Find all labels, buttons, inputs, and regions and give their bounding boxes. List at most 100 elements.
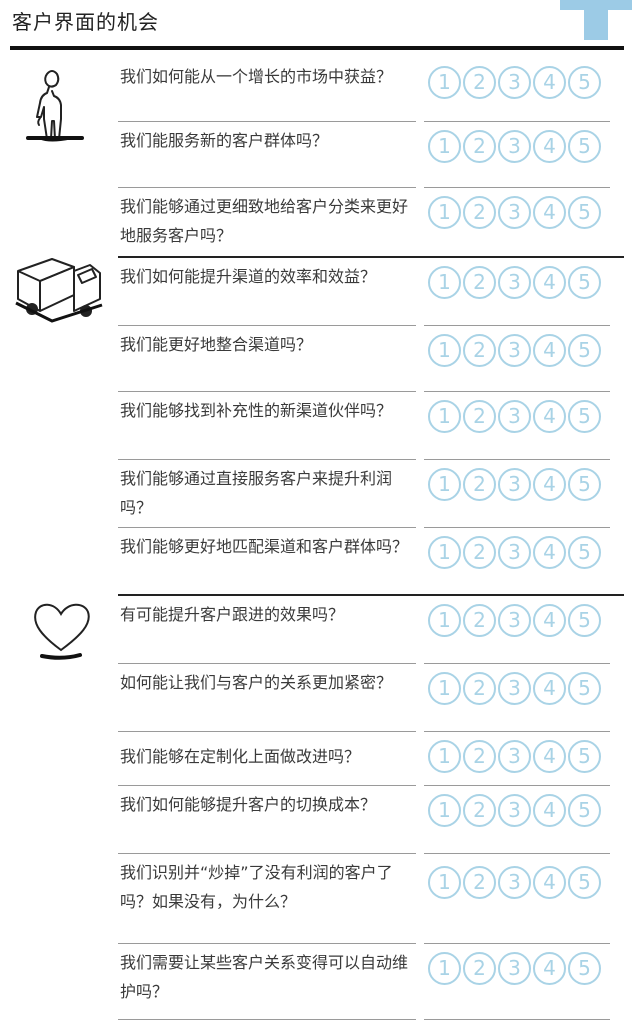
question-text: 我们能够更好地匹配渠道和客户群体吗？	[120, 537, 409, 556]
person-icon	[26, 70, 84, 142]
header-rule	[10, 46, 624, 50]
question-row: 我们如何能够提升客户的切换成本？ 1 2 3 4 5	[118, 786, 624, 854]
question-row: 我们能够找到补充性的新渠道伙伴吗？ 1 2 3 4 5	[118, 392, 624, 460]
rating-option-3[interactable]: 3	[498, 266, 531, 299]
rating-option-2[interactable]: 2	[463, 66, 496, 99]
rating-option-2[interactable]: 2	[463, 400, 496, 433]
rating-option-5[interactable]: 5	[568, 794, 601, 827]
rating-option-1[interactable]: 1	[428, 794, 461, 827]
rating-option-5[interactable]: 5	[568, 740, 601, 773]
question-row: 我们如何能从一个增长的市场中获益？ 1 2 3 4 5	[118, 58, 624, 122]
rating-option-4[interactable]: 4	[533, 468, 566, 501]
rating-option-1[interactable]: 1	[428, 334, 461, 367]
rating-scale: 12345	[428, 266, 601, 299]
rating-option-3[interactable]: 3	[498, 400, 531, 433]
rating-scale: 12345	[428, 334, 601, 367]
rating-option-2[interactable]: 2	[463, 604, 496, 637]
rating-option-1[interactable]: 1	[428, 536, 461, 569]
question-row: 我们能服务新的客户群体吗？ 1 2 3 4 5	[118, 122, 624, 188]
rating-option-4[interactable]: 4	[533, 740, 566, 773]
rating-option-2[interactable]: 2	[463, 672, 496, 705]
rating-option-3[interactable]: 3	[498, 866, 531, 899]
rating-option-1[interactable]: 1	[428, 604, 461, 637]
rating-option-5[interactable]: 5	[568, 468, 601, 501]
rating-option-4[interactable]: 4	[533, 536, 566, 569]
question-text: 我们能够找到补充性的新渠道伙伴吗？	[120, 401, 393, 420]
rating-option-5[interactable]: 5	[568, 536, 601, 569]
rating-option-3[interactable]: 3	[498, 604, 531, 637]
rating-option-1[interactable]: 1	[428, 130, 461, 163]
heart-icon	[34, 603, 90, 660]
rating-option-4[interactable]: 4	[533, 604, 566, 637]
rating-option-3[interactable]: 3	[498, 952, 531, 985]
question-row: 我们能够在定制化上面做改进吗？ 1 2 3 4 5	[118, 732, 624, 786]
rating-scale: 12345	[428, 866, 601, 899]
rating-option-2[interactable]: 2	[463, 794, 496, 827]
rating-option-3[interactable]: 3	[498, 536, 531, 569]
rating-option-4[interactable]: 4	[533, 866, 566, 899]
rating-option-5[interactable]: 5	[568, 130, 601, 163]
rating-scale: 12345	[428, 604, 601, 637]
rating-option-1[interactable]: 1	[428, 196, 461, 229]
rating-option-3[interactable]: 3	[498, 334, 531, 367]
rating-option-2[interactable]: 2	[463, 196, 496, 229]
rating-option-4[interactable]: 4	[533, 334, 566, 367]
truck-icon	[15, 258, 103, 323]
rating-scale: 12345	[428, 66, 601, 99]
rating-option-5[interactable]: 5	[568, 66, 601, 99]
rating-option-2[interactable]: 2	[463, 952, 496, 985]
rating-option-4[interactable]: 4	[533, 66, 566, 99]
question-row: 我们能够更好地匹配渠道和客户群体吗？ 1 2 3 4 5	[118, 528, 624, 594]
question-text: 我们需要让某些客户关系变得可以自动维护吗？	[120, 953, 409, 1001]
question-text: 我们如何能提升渠道的效率和效益？	[120, 267, 377, 286]
rating-scale: 12345	[428, 672, 601, 705]
rating-option-5[interactable]: 5	[568, 672, 601, 705]
rating-option-1[interactable]: 1	[428, 672, 461, 705]
question-text: 我们能够通过更细致地给客户分类来更好地服务客户吗？	[120, 197, 409, 245]
rating-option-5[interactable]: 5	[568, 866, 601, 899]
question-row: 我们如何能提升渠道的效率和效益？ 1 2 3 4 5	[118, 258, 624, 326]
rating-option-5[interactable]: 5	[568, 334, 601, 367]
rating-option-2[interactable]: 2	[463, 130, 496, 163]
rating-option-4[interactable]: 4	[533, 130, 566, 163]
rating-option-4[interactable]: 4	[533, 952, 566, 985]
rating-option-1[interactable]: 1	[428, 866, 461, 899]
rating-option-1[interactable]: 1	[428, 952, 461, 985]
rating-option-3[interactable]: 3	[498, 66, 531, 99]
question-text: 我们如何能够提升客户的切换成本？	[120, 795, 377, 814]
rating-option-5[interactable]: 5	[568, 400, 601, 433]
rating-scale: 12345	[428, 794, 601, 827]
rating-option-4[interactable]: 4	[533, 266, 566, 299]
rating-option-2[interactable]: 2	[463, 536, 496, 569]
question-text: 我们识别并“炒掉”了没有利润的客户了吗？如果没有，为什么？	[120, 863, 393, 911]
rating-option-1[interactable]: 1	[428, 740, 461, 773]
rating-option-4[interactable]: 4	[533, 196, 566, 229]
rating-option-3[interactable]: 3	[498, 794, 531, 827]
rating-option-3[interactable]: 3	[498, 468, 531, 501]
question-text: 我们能服务新的客户群体吗？	[120, 131, 329, 150]
rating-option-3[interactable]: 3	[498, 130, 531, 163]
rating-option-3[interactable]: 3	[498, 196, 531, 229]
rating-option-5[interactable]: 5	[568, 604, 601, 637]
rating-option-4[interactable]: 4	[533, 672, 566, 705]
rating-option-2[interactable]: 2	[463, 266, 496, 299]
rating-option-5[interactable]: 5	[568, 266, 601, 299]
rating-option-1[interactable]: 1	[428, 66, 461, 99]
rating-option-4[interactable]: 4	[533, 794, 566, 827]
rating-option-5[interactable]: 5	[568, 952, 601, 985]
rating-option-1[interactable]: 1	[428, 468, 461, 501]
rating-option-2[interactable]: 2	[463, 740, 496, 773]
question-text: 如何能让我们与客户的关系更加紧密？	[120, 673, 393, 692]
rating-option-4[interactable]: 4	[533, 400, 566, 433]
rating-option-1[interactable]: 1	[428, 400, 461, 433]
rating-option-2[interactable]: 2	[463, 866, 496, 899]
row-divider	[424, 1019, 610, 1020]
page-title: 客户界面的机会	[12, 10, 159, 34]
rating-option-5[interactable]: 5	[568, 196, 601, 229]
rating-option-3[interactable]: 3	[498, 672, 531, 705]
rating-option-2[interactable]: 2	[463, 468, 496, 501]
question-text: 我们能更好地整合渠道吗？	[120, 335, 313, 354]
rating-option-3[interactable]: 3	[498, 740, 531, 773]
rating-option-2[interactable]: 2	[463, 334, 496, 367]
rating-option-1[interactable]: 1	[428, 266, 461, 299]
